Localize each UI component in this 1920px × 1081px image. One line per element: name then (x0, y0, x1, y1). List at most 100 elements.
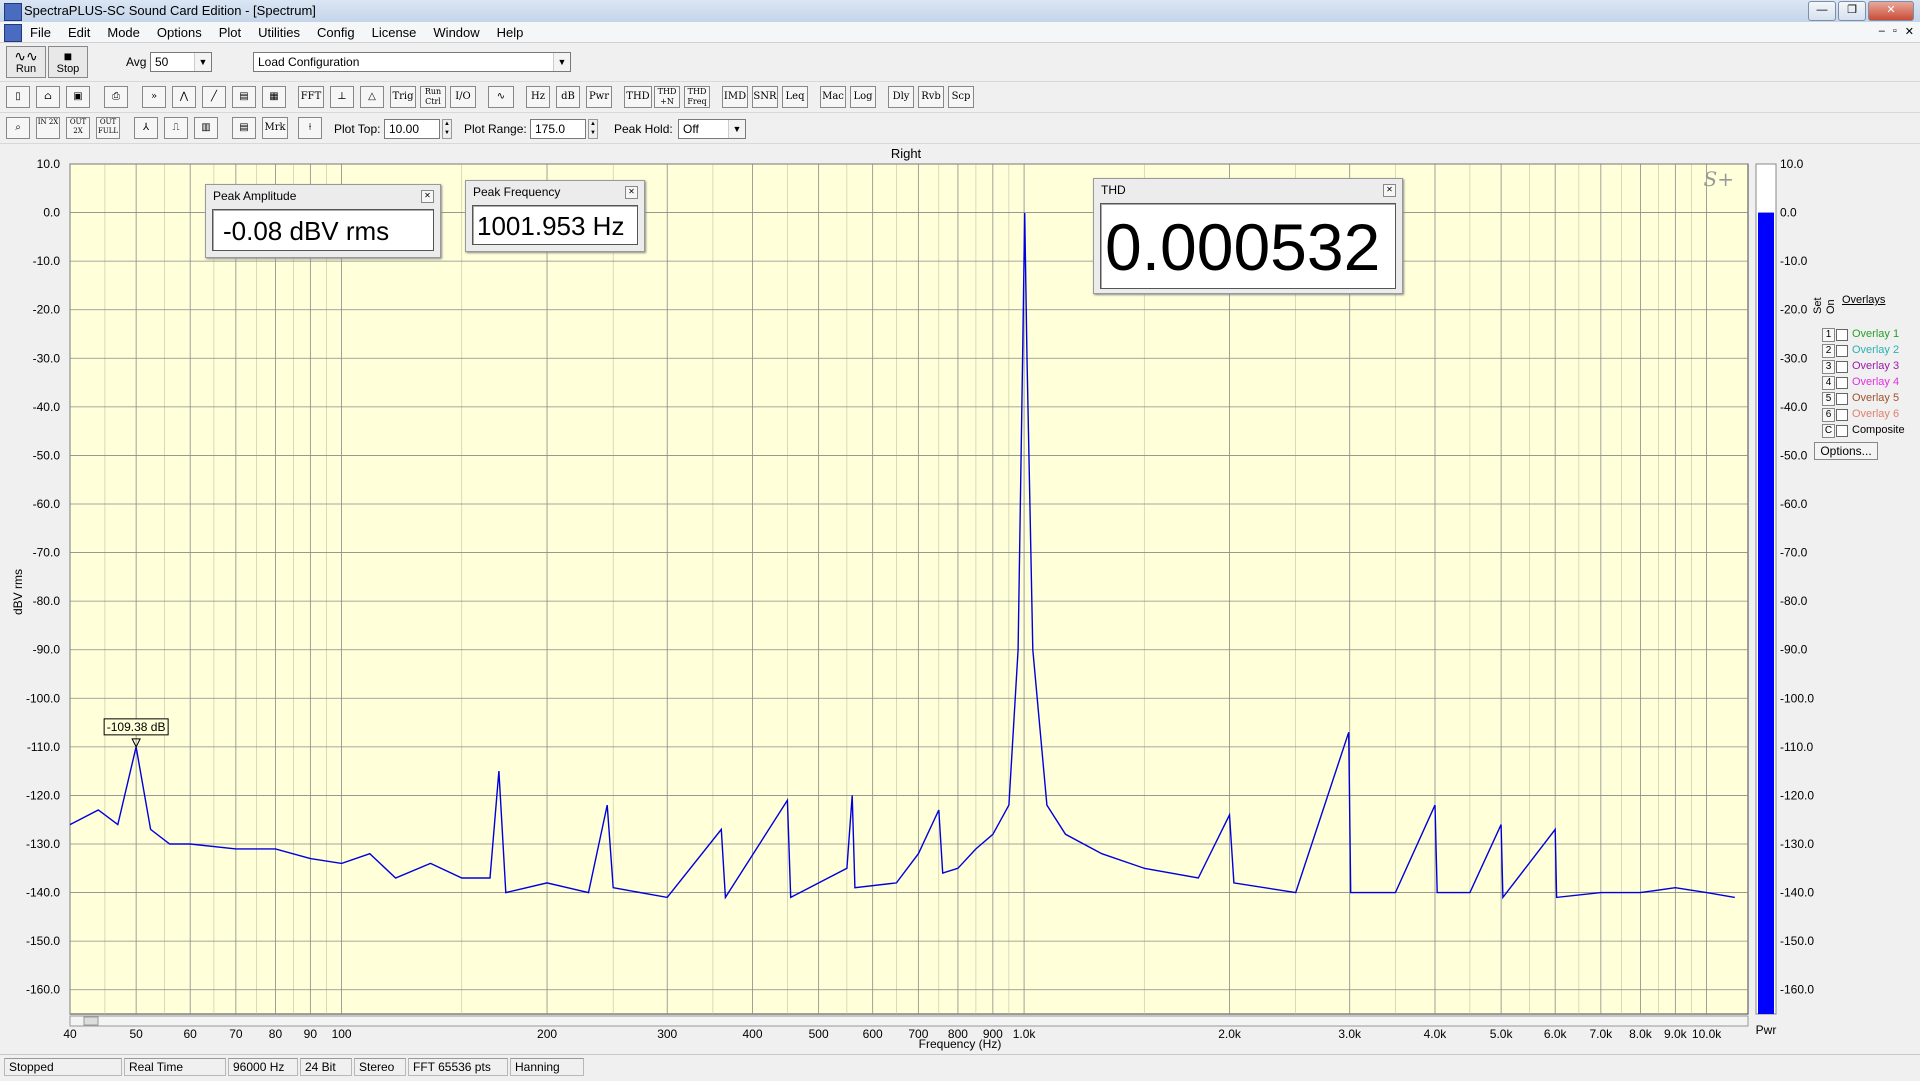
overlay-checkbox[interactable] (1836, 377, 1848, 389)
overlay-set-button[interactable]: 4 (1822, 376, 1835, 390)
overlay-set-button[interactable]: 6 (1822, 408, 1835, 422)
step-plot-icon[interactable]: ⎍ (164, 117, 188, 139)
avg-select[interactable]: 50 ▼ (150, 52, 212, 72)
menu-window[interactable]: Window (433, 25, 479, 40)
overlay-set-button[interactable]: 3 (1822, 360, 1835, 374)
overlay-set-button[interactable]: C (1822, 424, 1835, 438)
line-icon[interactable]: ╱ (202, 86, 226, 108)
thd-panel[interactable]: THD ✕ 0.000532 (1093, 178, 1403, 294)
status-bar: Stopped Real Time 96000 Hz 24 Bit Stereo… (0, 1054, 1920, 1081)
menu-license[interactable]: License (372, 25, 417, 40)
menu-edit[interactable]: Edit (68, 25, 90, 40)
fft-button[interactable]: FFT (298, 86, 324, 108)
overlay-row[interactable]: 1 Overlay 1 (1812, 328, 1920, 344)
pwr-button[interactable]: Pwr (586, 86, 612, 108)
hz-button[interactable]: Hz (526, 86, 550, 108)
scope-icon[interactable]: △ (360, 86, 384, 108)
close-button[interactable]: ✕ (1868, 1, 1914, 21)
mdi-restore-button[interactable]: ▫ (1893, 25, 1897, 38)
spectrogram-icon[interactable]: ▤ (232, 86, 256, 108)
zoom-out-2x-button[interactable]: OUT 2X (66, 117, 90, 139)
3d-plot-icon[interactable]: ▦ (262, 86, 286, 108)
overlay-checkbox[interactable] (1836, 425, 1848, 437)
imd-button[interactable]: IMD (722, 86, 748, 108)
mdi-close-button[interactable]: ✕ (1905, 25, 1914, 38)
overlay-row[interactable]: C Composite (1812, 424, 1920, 440)
peak-hold-select[interactable]: Off ▼ (678, 119, 746, 139)
new-file-icon[interactable]: ▯ (6, 86, 30, 108)
scp-button[interactable]: Scp (948, 86, 974, 108)
toolbar-run: ∿∿ Run ■ Stop Avg 50 ▼ Load Configuratio… (0, 43, 1920, 82)
save-icon[interactable]: ▣ (66, 86, 90, 108)
spectrum-icon[interactable]: ⋀ (172, 86, 196, 108)
overlay-set-button[interactable]: 5 (1822, 392, 1835, 406)
menu-help[interactable]: Help (497, 25, 524, 40)
thd-freq-button[interactable]: THD Freq (684, 86, 710, 108)
mac-button[interactable]: Mac (820, 86, 846, 108)
menu-plot[interactable]: Plot (219, 25, 241, 40)
plot-top-spinner[interactable]: ▲ ▼ (442, 119, 452, 139)
menu-options[interactable]: Options (157, 25, 202, 40)
menu-config[interactable]: Config (317, 25, 355, 40)
trig-button[interactable]: Trig (390, 86, 416, 108)
spectrum-chart[interactable]: Right dBV rms Frequency (Hz) 10.00.0-10.… (0, 144, 1920, 1054)
bandwidth-icon[interactable]: ⊥ (330, 86, 354, 108)
dly-button[interactable]: Dly (888, 86, 914, 108)
overlay-checkbox[interactable] (1836, 393, 1848, 405)
maximize-button[interactable]: ❐ (1838, 1, 1866, 21)
peak-amplitude-panel[interactable]: Peak Amplitude ✕ -0.08 dBV rms (205, 184, 441, 258)
overlay-checkbox[interactable] (1836, 361, 1848, 373)
overlay-set-button[interactable]: 1 (1822, 328, 1835, 342)
x-tick-label: 2.0k (1218, 1027, 1242, 1041)
menu-utilities[interactable]: Utilities (258, 25, 300, 40)
overlay-row[interactable]: 2 Overlay 2 (1812, 344, 1920, 360)
close-icon[interactable]: ✕ (625, 186, 638, 199)
db-button[interactable]: dB (556, 86, 580, 108)
overlay-row[interactable]: 6 Overlay 6 (1812, 408, 1920, 424)
overlay-checkbox[interactable] (1836, 345, 1848, 357)
close-icon[interactable]: ✕ (421, 190, 434, 203)
thd-button[interactable]: THD (624, 86, 652, 108)
bar-plot-icon[interactable]: ▥ (194, 117, 218, 139)
overlay-row[interactable]: 4 Overlay 4 (1812, 376, 1920, 392)
open-file-icon[interactable]: ⌂ (36, 86, 60, 108)
minimize-button[interactable]: — (1808, 1, 1836, 21)
run-button[interactable]: ∿∿ Run (6, 46, 46, 78)
snr-button[interactable]: SNR (752, 86, 778, 108)
generator-icon[interactable]: ∿ (488, 86, 514, 108)
log-button[interactable]: Log (850, 86, 876, 108)
zoom-out-full-button[interactable]: OUT FULL (96, 117, 120, 139)
overlay-checkbox[interactable] (1836, 329, 1848, 341)
x-tick-label: 800 (948, 1027, 968, 1041)
io-button[interactable]: I/O (450, 86, 476, 108)
peak-frequency-panel[interactable]: Peak Frequency ✕ 1001.953 Hz (465, 180, 645, 252)
print-icon[interactable]: ⎙ (104, 86, 128, 108)
plot-top-input[interactable]: 10.00 (384, 119, 440, 139)
overlay-checkbox[interactable] (1836, 409, 1848, 421)
config-select[interactable]: Load Configuration ▼ (253, 52, 571, 72)
close-icon[interactable]: ✕ (1383, 184, 1396, 197)
mdi-minimize-button[interactable]: – (1879, 25, 1885, 38)
cursor-icon[interactable]: ⍿ (298, 117, 322, 139)
overlay-set-button[interactable]: 2 (1822, 344, 1835, 358)
run-ctrl-button[interactable]: Run Ctrl (420, 86, 446, 108)
overlay-row[interactable]: 3 Overlay 3 (1812, 360, 1920, 376)
menu-mode[interactable]: Mode (107, 25, 140, 40)
thd-n-button[interactable]: THD +N (654, 86, 680, 108)
zoom-icon[interactable]: ⌕ (6, 117, 30, 139)
fast-forward-icon[interactable]: » (142, 86, 166, 108)
leq-button[interactable]: Leq (782, 86, 808, 108)
plot-range-spinner[interactable]: ▲ ▼ (588, 119, 598, 139)
menu-file[interactable]: File (30, 25, 51, 40)
overlay-row[interactable]: 5 Overlay 5 (1812, 392, 1920, 408)
document-icon[interactable] (4, 24, 22, 42)
overlay-options-button[interactable]: Options... (1814, 442, 1878, 460)
zoom-in-2x-button[interactable]: IN 2X (36, 117, 60, 139)
plot-range-input[interactable]: 175.0 (530, 119, 586, 139)
y-tick-label: -120.0 (26, 788, 60, 802)
stop-button[interactable]: ■ Stop (48, 46, 88, 78)
mrk-button[interactable]: Mrk (262, 117, 288, 139)
overlay-icon[interactable]: ▤ (232, 117, 256, 139)
peak-plot-icon[interactable]: ⅄ (134, 117, 158, 139)
rvb-button[interactable]: Rvb (918, 86, 944, 108)
